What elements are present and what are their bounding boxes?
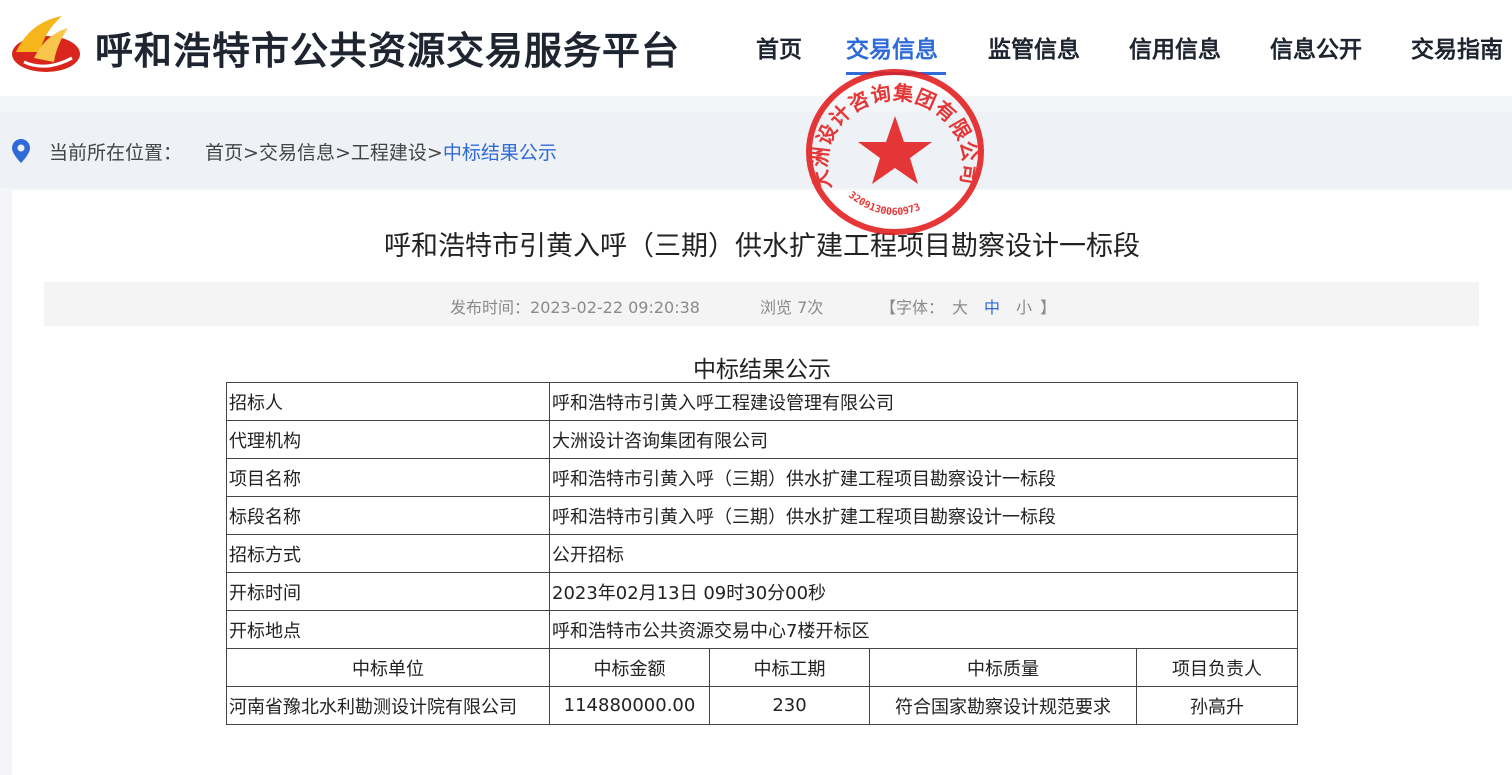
table-row: 代理机构 大洲设计咨询集团有限公司: [226, 420, 1298, 459]
row-label: 代理机构: [226, 420, 550, 459]
winner-quality: 符合国家勘察设计规范要求: [869, 686, 1137, 725]
column-header: 中标金额: [549, 648, 710, 687]
result-table-caption: 中标结果公示: [693, 357, 831, 383]
nav-supervision-info[interactable]: 监管信息: [988, 30, 1080, 64]
table-row: 招标方式 公开招标: [226, 534, 1298, 573]
column-header: 项目负责人: [1136, 648, 1298, 687]
article-card: 呼和浩特市引黄入呼（三期）供水扩建工程项目勘察设计一标段 发布时间：2023-0…: [12, 190, 1512, 775]
winner-duration: 230: [709, 686, 870, 725]
table-row: 开标地点 呼和浩特市公共资源交易中心7楼开标区: [226, 610, 1298, 649]
publish-time-label: 发布时间：: [450, 298, 531, 317]
table-row: 招标人 呼和浩特市引黄入呼工程建设管理有限公司: [226, 382, 1298, 421]
breadcrumb-separator: >: [426, 142, 443, 164]
breadcrumb-home[interactable]: 首页: [205, 142, 243, 164]
table-row: 标段名称 呼和浩特市引黄入呼（三期）供水扩建工程项目勘察设计一标段: [226, 496, 1298, 535]
article-meta-bar: 发布时间：2023-02-22 09:20:38 浏览 7次 【字体： 大中小】: [44, 282, 1479, 326]
row-value: 呼和浩特市公共资源交易中心7楼开标区: [549, 610, 1298, 649]
site-header: 呼和浩特市公共资源交易服务平台 首页 交易信息 监管信息 信用信息 信息公开 交…: [0, 0, 1512, 96]
row-label: 项目名称: [226, 458, 550, 497]
row-value: 呼和浩特市引黄入呼（三期）供水扩建工程项目勘察设计一标段: [549, 458, 1298, 497]
font-size-large[interactable]: 大: [952, 298, 968, 317]
breadcrumb-current: 中标结果公示: [442, 142, 557, 164]
breadcrumb-engineering[interactable]: 工程建设: [351, 142, 427, 164]
breadcrumb-separator: >: [243, 142, 259, 164]
font-size-small[interactable]: 小: [1016, 298, 1032, 317]
breadcrumb-trade-info[interactable]: 交易信息: [259, 142, 335, 164]
project-manager: 孙高升: [1136, 686, 1298, 725]
table-header-row: 中标单位 中标金额 中标工期 中标质量 项目负责人: [226, 648, 1298, 687]
article-title: 呼和浩特市引黄入呼（三期）供水扩建工程项目勘察设计一标段: [384, 231, 1140, 262]
row-label: 开标地点: [226, 610, 550, 649]
row-label: 开标时间: [226, 572, 550, 611]
nav-home[interactable]: 首页: [756, 30, 802, 64]
logo-icon[interactable]: [10, 12, 82, 74]
table-row: 河南省豫北水利勘测设计院有限公司 114880000.00 230 符合国家勘察…: [226, 686, 1298, 725]
publish-time-value: 2023-02-22 09:20:38: [530, 298, 700, 317]
font-size-switcher: 【字体： 大中小】: [880, 294, 1056, 318]
publish-time: 发布时间：2023-02-22 09:20:38: [450, 294, 700, 318]
column-header: 中标质量: [869, 648, 1137, 687]
nav-active-indicator: [846, 72, 946, 75]
row-value: 呼和浩特市引黄入呼（三期）供水扩建工程项目勘察设计一标段: [549, 496, 1298, 535]
nav-trade-guide[interactable]: 交易指南: [1411, 30, 1503, 64]
site-title[interactable]: 呼和浩特市公共资源交易服务平台: [95, 20, 680, 75]
location-pin-icon: [12, 139, 30, 163]
winner-amount: 114880000.00: [549, 686, 710, 725]
row-label: 标段名称: [226, 496, 550, 535]
row-label: 招标方式: [226, 534, 550, 573]
font-size-medium[interactable]: 中: [984, 298, 1000, 317]
row-label: 招标人: [226, 382, 550, 421]
bid-result-table: 招标人 呼和浩特市引黄入呼工程建设管理有限公司 代理机构 大洲设计咨询集团有限公…: [226, 382, 1298, 725]
view-count: 浏览 7次: [760, 298, 824, 317]
nav-public-info[interactable]: 信息公开: [1270, 30, 1362, 64]
breadcrumb-trail: 首页>交易信息>工程建设>中标结果公示: [205, 138, 557, 165]
row-value: 大洲设计咨询集团有限公司: [549, 420, 1298, 459]
row-value: 2023年02月13日 09时30分00秒: [549, 572, 1298, 611]
row-value: 呼和浩特市引黄入呼工程建设管理有限公司: [549, 382, 1298, 421]
column-header: 中标工期: [709, 648, 870, 687]
nav-credit-info[interactable]: 信用信息: [1129, 30, 1221, 64]
table-row: 项目名称 呼和浩特市引黄入呼（三期）供水扩建工程项目勘察设计一标段: [226, 458, 1298, 497]
table-row: 开标时间 2023年02月13日 09时30分00秒: [226, 572, 1298, 611]
column-header: 中标单位: [226, 648, 550, 687]
row-value: 公开招标: [549, 534, 1298, 573]
breadcrumb-separator: >: [334, 142, 351, 164]
font-size-label: 【字体：: [880, 298, 945, 317]
breadcrumb-prefix: 当前所在位置：: [49, 142, 183, 164]
font-size-close: 】: [1040, 298, 1057, 317]
winner-unit: 河南省豫北水利勘测设计院有限公司: [226, 686, 550, 725]
nav-trade-info[interactable]: 交易信息: [846, 30, 938, 64]
breadcrumb: 当前所在位置： 首页>交易信息>工程建设>中标结果公示: [0, 112, 1512, 188]
